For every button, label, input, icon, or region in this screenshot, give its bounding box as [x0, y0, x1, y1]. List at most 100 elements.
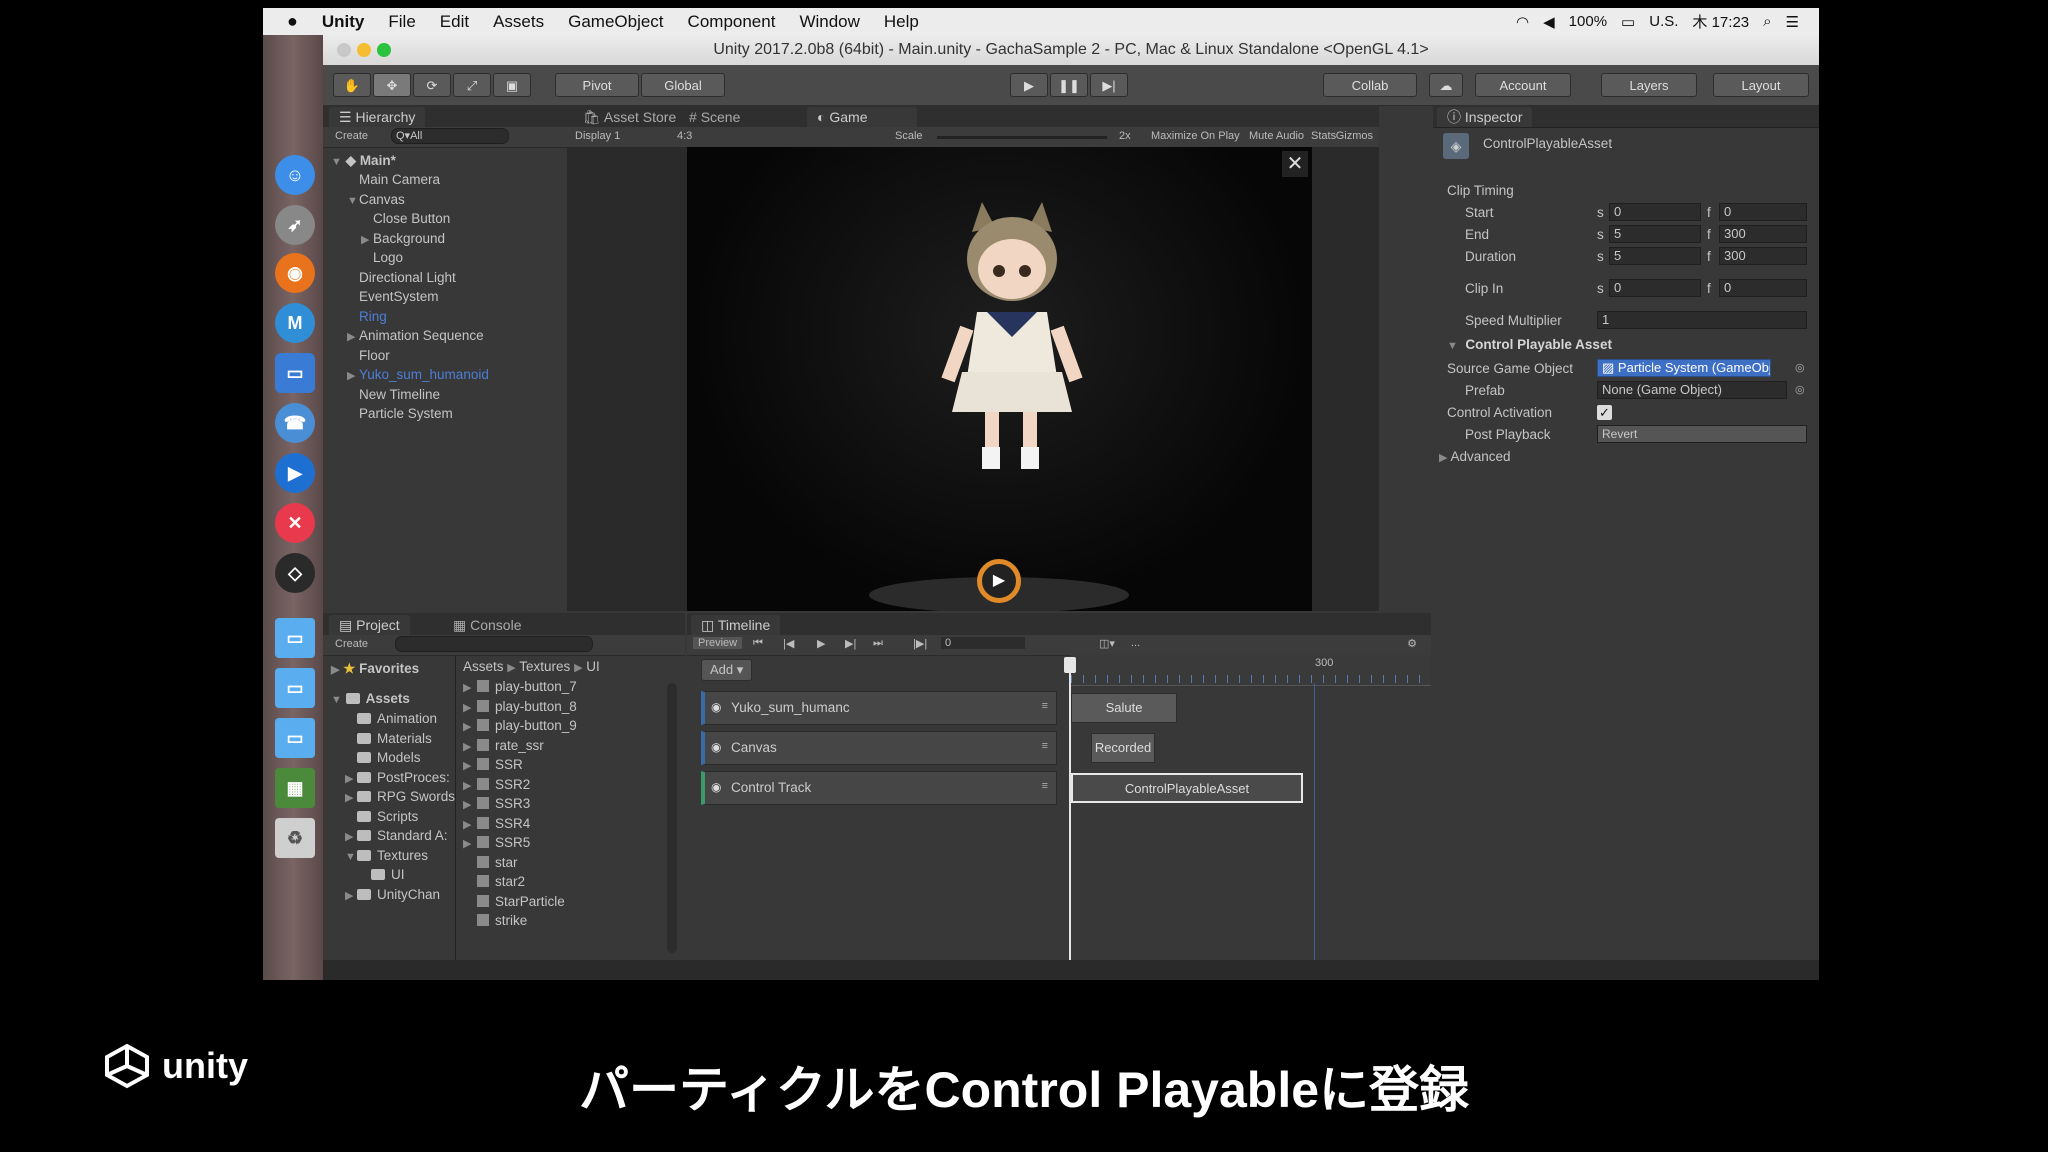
timeline-ruler[interactable]: 300 — [1071, 655, 1431, 686]
scale-tool-button[interactable]: ⤢ — [453, 73, 491, 97]
asset-item[interactable]: ▶ SSR5 — [463, 835, 530, 850]
tab-scene[interactable]: # Scene — [679, 107, 751, 127]
asset-item[interactable]: ▶ SSR4 — [463, 816, 530, 831]
playhead-handle[interactable] — [1064, 657, 1076, 673]
tab-asset-store[interactable]: 🛍 Asset Store — [573, 107, 687, 127]
track-menu-icon[interactable]: ≡ — [1042, 740, 1048, 752]
input-source[interactable]: U.S. — [1649, 13, 1678, 30]
previous-frame-icon[interactable]: |◀ — [783, 637, 794, 650]
folder-tree-item[interactable]: ▶ UnityChan — [345, 887, 440, 902]
pivot-button[interactable]: Pivot — [555, 73, 639, 97]
expand-arrow-icon[interactable]: ▼ — [331, 156, 342, 168]
assets-node[interactable]: ▼ Assets — [331, 691, 410, 706]
timeline-clip[interactable]: Salute — [1071, 693, 1177, 723]
frame-field[interactable]: 0 — [941, 637, 1025, 649]
expand-arrow-icon[interactable]: ▶ — [463, 701, 477, 714]
expand-arrow-icon[interactable]: ▶ — [347, 369, 359, 382]
folder-tree-item[interactable]: Models — [345, 750, 421, 765]
volume-icon[interactable]: ◀ — [1543, 13, 1555, 31]
expand-arrow-icon[interactable]: ▶ — [463, 740, 477, 753]
asset-item[interactable]: star2 — [463, 874, 525, 889]
hierarchy-item[interactable]: Directional Light — [347, 270, 456, 285]
folder-tree-item[interactable]: ▶ Standard A: — [345, 828, 448, 843]
minimize-window-icon[interactable] — [357, 43, 371, 57]
hierarchy-item[interactable]: Close Button — [361, 211, 450, 226]
timeline-clip[interactable]: Recorded — [1091, 733, 1155, 763]
expand-arrow-icon[interactable]: ▶ — [345, 889, 357, 902]
global-button[interactable]: Global — [641, 73, 725, 97]
expand-arrow-icon[interactable]: ▶ — [361, 233, 373, 246]
folder-tree-item[interactable]: Scripts — [345, 809, 418, 824]
finder-icon[interactable]: ☺ — [275, 155, 315, 195]
asset-item[interactable]: ▶ SSR3 — [463, 796, 530, 811]
folder-tree-item[interactable]: Materials — [345, 731, 432, 746]
hierarchy-item[interactable]: Main Camera — [347, 172, 440, 187]
folder-tree-item[interactable]: ▶ PostProces: — [345, 770, 450, 785]
track-menu-icon[interactable]: ≡ — [1042, 700, 1048, 712]
rotate-tool-button[interactable]: ⟳ — [413, 73, 451, 97]
hierarchy-item[interactable]: ▶ Animation Sequence — [347, 328, 484, 343]
collab-button[interactable]: Collab — [1323, 73, 1417, 97]
folder-icon[interactable]: ▭ — [275, 668, 315, 708]
project-scrollbar[interactable] — [667, 683, 677, 953]
tab-game[interactable]: ◐ Game — [807, 107, 917, 127]
timeline-track[interactable]: ◉ Yuko_sum_humanc ≡ — [701, 691, 1057, 725]
hierarchy-item[interactable]: New Timeline — [347, 387, 440, 402]
clock[interactable]: 木 17:23 — [1692, 11, 1749, 32]
control-playable-asset-header[interactable]: ▼ Control Playable Asset — [1447, 337, 1612, 352]
zoom-window-icon[interactable] — [377, 43, 391, 57]
expand-arrow-icon[interactable]: ▶ — [463, 798, 477, 811]
hierarchy-item[interactable]: ▼Canvas — [347, 192, 405, 207]
spotlight-icon[interactable]: ⌕ — [1763, 13, 1771, 30]
layout-dropdown[interactable]: Layout — [1713, 73, 1809, 97]
asset-item[interactable]: ▶ play-button_7 — [463, 679, 577, 694]
seconds-field[interactable]: 0 — [1609, 203, 1701, 221]
preview-button[interactable]: Preview — [693, 637, 743, 649]
tab-project[interactable]: ▤ Project — [329, 615, 410, 635]
timeline-track[interactable]: ◉ Canvas ≡ — [701, 731, 1057, 765]
expand-arrow-icon[interactable]: ▶ — [463, 837, 477, 850]
expand-arrow-icon[interactable]: ▶ — [463, 759, 477, 772]
keynote-icon[interactable]: ▭ — [275, 353, 315, 393]
pause-button[interactable]: ❚❚ — [1050, 73, 1088, 97]
asset-item[interactable]: star — [463, 855, 518, 870]
apple-icon[interactable]: ● — [287, 11, 298, 32]
hand-tool-button[interactable]: ✋ — [333, 73, 371, 97]
menu-window[interactable]: Window — [799, 12, 859, 32]
firefox-icon[interactable]: ◉ — [275, 253, 315, 293]
expand-arrow-icon[interactable]: ▼ — [347, 195, 359, 207]
frames-field[interactable]: 0 — [1719, 203, 1807, 221]
timeline-play-icon[interactable]: ▶ — [817, 637, 825, 650]
add-track-button[interactable]: Add ▾ — [701, 659, 753, 681]
control-activation-checkbox[interactable]: ✓ — [1597, 405, 1612, 420]
move-tool-button[interactable]: ✥ — [373, 73, 411, 97]
hierarchy-item[interactable]: Ring — [347, 309, 387, 324]
timeline-clip[interactable]: ControlPlayableAsset — [1071, 773, 1303, 803]
advanced-foldout[interactable]: ▶ Advanced — [1439, 449, 1511, 464]
hierarchy-item[interactable]: Floor — [347, 348, 390, 363]
timeline-track[interactable]: ◉ Control Track ≡ — [701, 771, 1057, 805]
menu-edit[interactable]: Edit — [440, 12, 469, 32]
hierarchy-item[interactable]: EventSystem — [347, 289, 439, 304]
account-dropdown[interactable]: Account — [1475, 73, 1571, 97]
unity-dock-icon[interactable]: ◇ — [275, 553, 315, 593]
project-create-button[interactable]: Create — [335, 638, 368, 650]
go-to-end-icon[interactable]: ⏭ — [873, 637, 883, 650]
expand-arrow-icon[interactable]: ▶ — [345, 830, 357, 843]
breadcrumb-textures[interactable]: Textures — [519, 659, 570, 674]
frames-field[interactable]: 0 — [1719, 279, 1807, 297]
trash-icon[interactable]: ♻ — [275, 818, 315, 858]
expand-arrow-icon[interactable]: ▶ — [345, 791, 357, 804]
wifi-icon[interactable]: ◠ — [1516, 13, 1529, 31]
asset-item[interactable]: ▶ SSR — [463, 757, 523, 772]
menu-gameobject[interactable]: GameObject — [568, 12, 663, 32]
hierarchy-item[interactable]: ▶ Background — [361, 231, 445, 246]
markdown-icon[interactable]: M — [275, 303, 315, 343]
tab-timeline[interactable]: ◫ Timeline — [691, 615, 781, 635]
minecraft-icon[interactable]: ▦ — [275, 768, 315, 808]
menu-unity[interactable]: Unity — [322, 12, 365, 32]
notification-center-icon[interactable]: ☰ — [1786, 13, 1799, 31]
gizmos-dropdown[interactable]: Gizmos — [567, 130, 1379, 142]
track-menu-icon[interactable]: ≡ — [1042, 780, 1048, 792]
frames-field[interactable]: 300 — [1719, 247, 1807, 265]
